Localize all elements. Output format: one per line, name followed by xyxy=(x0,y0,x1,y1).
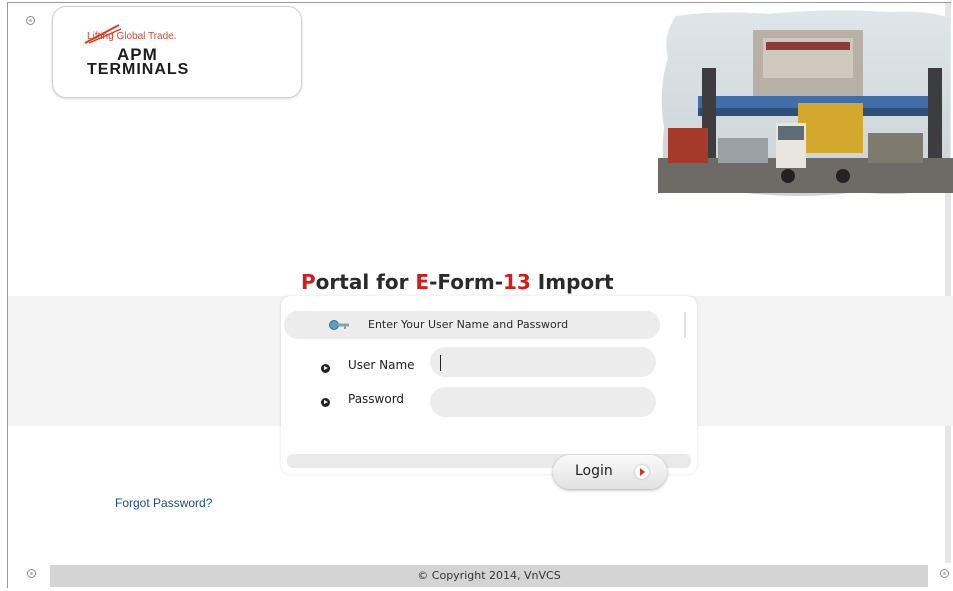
bullet-arrow-icon xyxy=(321,364,330,373)
username-input[interactable] xyxy=(430,347,656,377)
corner-screw-icon xyxy=(26,16,35,25)
forgot-password-link[interactable]: Forgot Password? xyxy=(115,496,212,510)
login-hint-text: Enter Your User Name and Password xyxy=(368,318,569,331)
bullet-arrow-icon xyxy=(321,398,330,407)
text-caret xyxy=(440,355,441,371)
username-label: User Name xyxy=(348,358,415,372)
logo-tagline: Lifting Global Trade. xyxy=(87,31,177,42)
logo-box: Lifting Global Trade. APM TERMINALS xyxy=(52,6,302,98)
corner-screw-icon xyxy=(940,569,949,578)
footer-bar: © Copyright 2014, VnVCS xyxy=(50,565,928,587)
terminal-gate-photo xyxy=(658,10,953,197)
login-button-label: Login xyxy=(575,463,613,479)
login-button[interactable]: Login xyxy=(553,455,667,489)
copyright-text: © Copyright 2014, VnVCS xyxy=(417,569,561,582)
key-icon xyxy=(329,320,349,330)
arrow-right-icon xyxy=(635,465,649,479)
password-input[interactable] xyxy=(430,387,656,417)
page-title: Portal for E-Form-13 Import xyxy=(301,270,614,294)
logo-terminals: TERMINALS xyxy=(87,61,190,78)
corner-screw-icon xyxy=(27,569,36,578)
hint-divider xyxy=(684,312,686,338)
password-label: Password xyxy=(348,392,405,406)
